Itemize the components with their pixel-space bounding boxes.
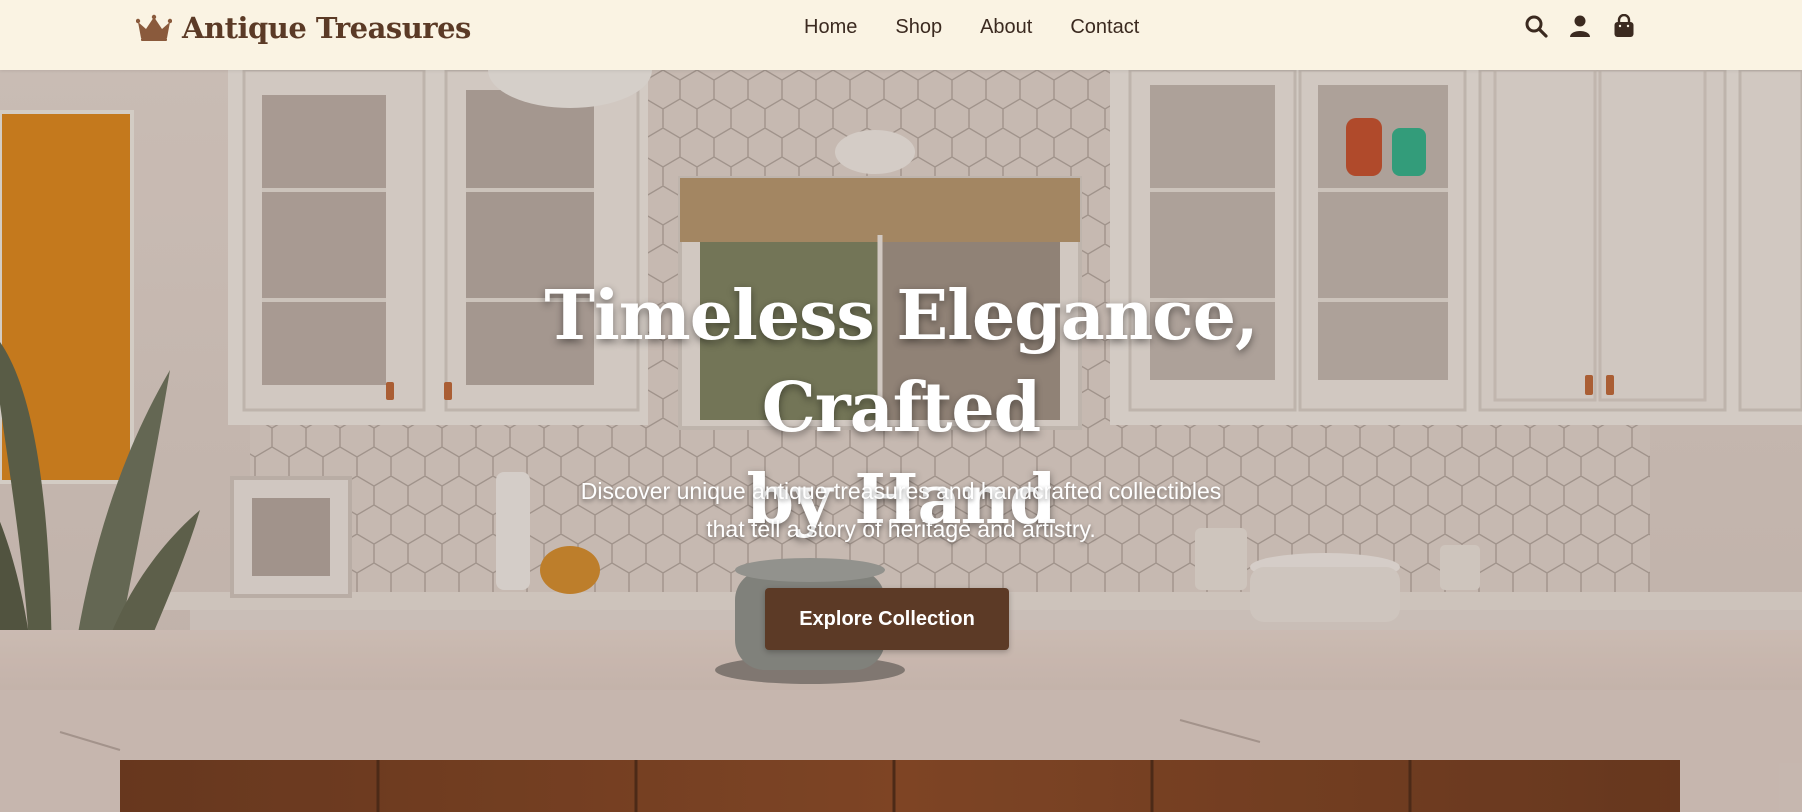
nav-link-about[interactable]: About — [980, 14, 1032, 40]
shopping-bag-icon[interactable] — [1610, 12, 1638, 40]
search-icon[interactable] — [1522, 12, 1550, 40]
nav-icons — [1522, 12, 1638, 40]
brand-name: Antique Treasures — [182, 11, 471, 45]
hero-subtitle-line2: that tell a story of heritage and artist… — [706, 516, 1096, 542]
top-navbar: Antique Treasures Home Shop About Contac… — [0, 0, 1802, 70]
hero-section: Timeless Elegance, Crafted by Hand Disco… — [0, 70, 1802, 812]
nav-link-contact[interactable]: Contact — [1070, 14, 1139, 40]
explore-collection-button[interactable]: Explore Collection — [765, 588, 1009, 650]
hero-subtitle-line1: Discover unique antique treasures and ha… — [580, 478, 1222, 504]
nav-link-shop[interactable]: Shop — [895, 14, 942, 40]
crown-icon — [136, 14, 172, 41]
user-icon[interactable] — [1566, 12, 1594, 40]
hero-subtitle: Discover unique antique treasures and ha… — [501, 472, 1301, 548]
main-nav: Home Shop About Contact — [804, 14, 1139, 40]
hero-title-line1: Timeless Elegance, Crafted — [544, 276, 1258, 448]
nav-link-home[interactable]: Home — [804, 14, 857, 40]
brand-logo-link[interactable]: Antique Treasures — [136, 10, 471, 46]
